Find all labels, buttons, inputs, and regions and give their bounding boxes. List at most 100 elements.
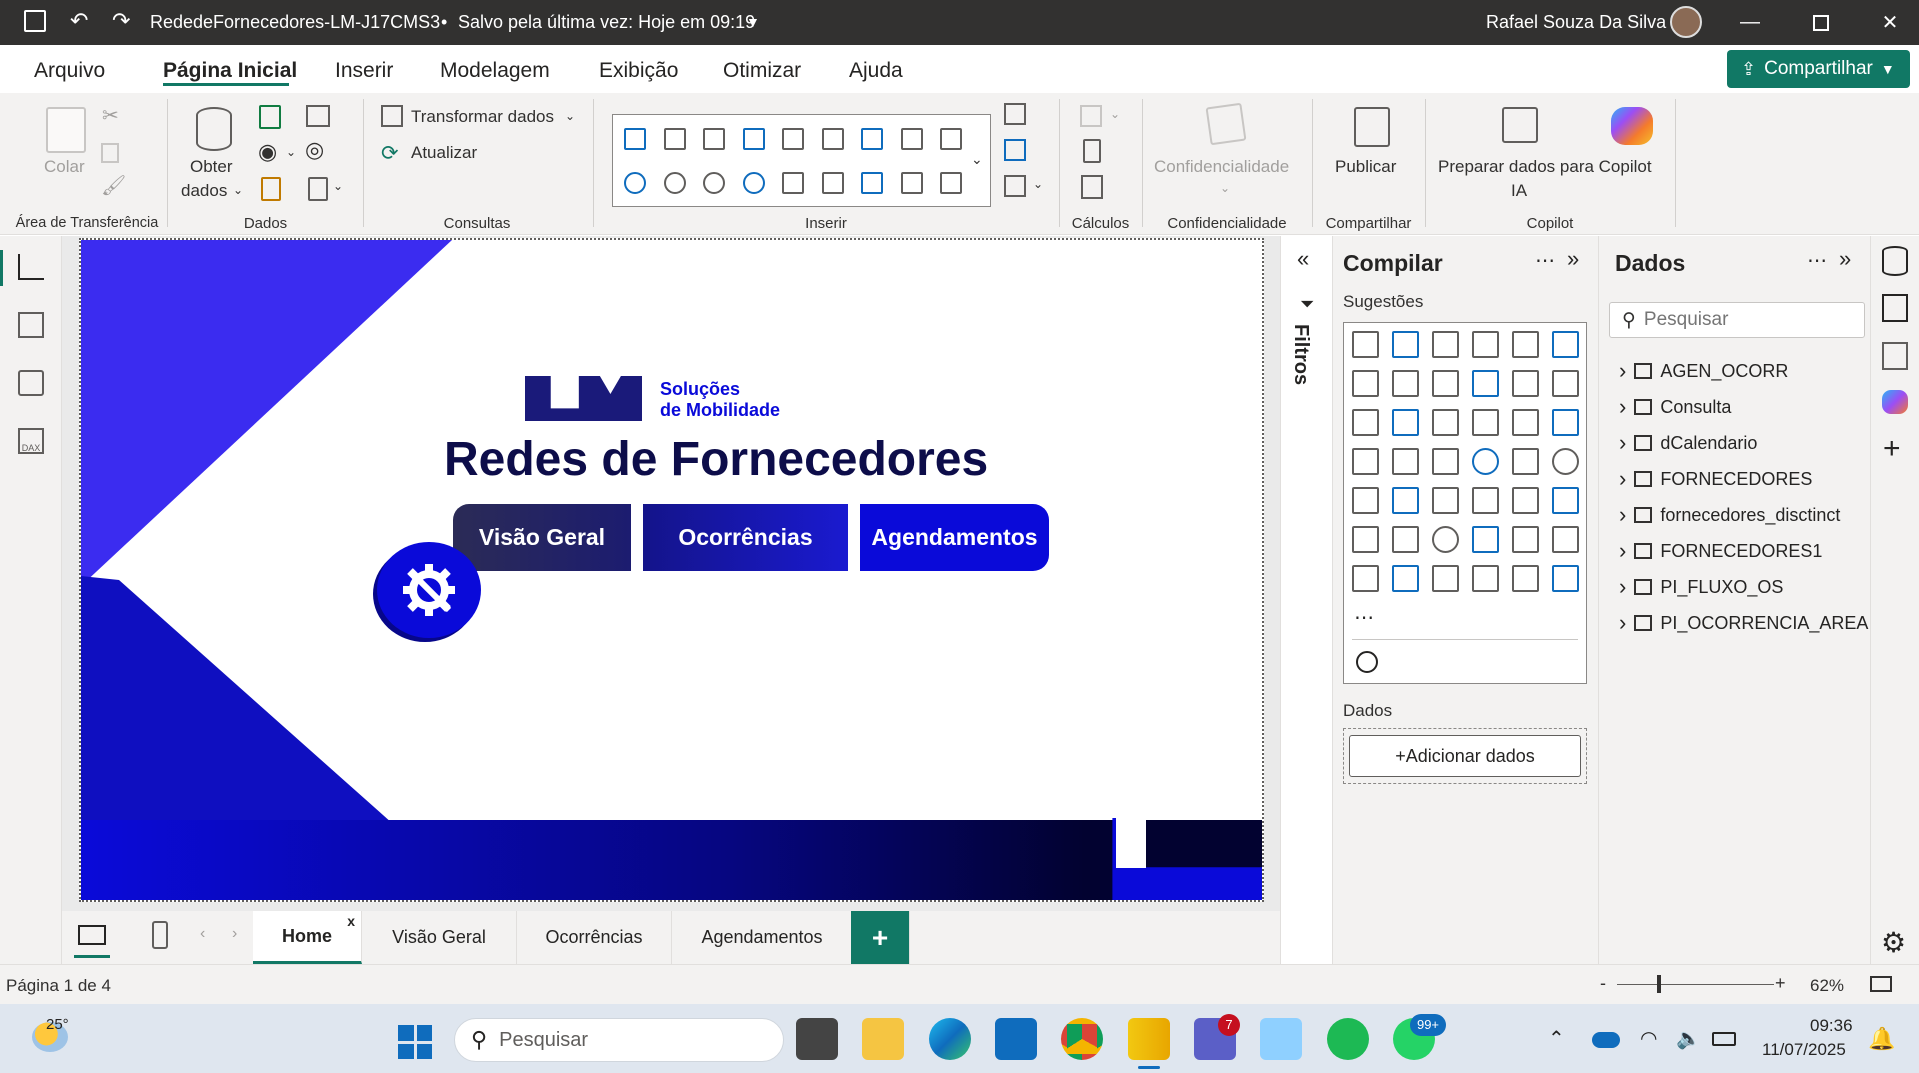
transform-data-button[interactable]: Transformar dados — [411, 107, 554, 127]
table-icon[interactable] — [900, 172, 923, 194]
visual-type-icon[interactable] — [1472, 448, 1499, 475]
visual-type-icon[interactable] — [1512, 487, 1539, 514]
visual-type-icon[interactable] — [1472, 565, 1499, 592]
add-data-button[interactable]: +Adicionar dados — [1349, 735, 1581, 777]
multirow-card-icon[interactable] — [861, 172, 883, 194]
desktop-layout-icon[interactable] — [78, 925, 106, 945]
clustered-bar-icon[interactable] — [703, 128, 725, 150]
copilot-icon[interactable] — [1611, 107, 1653, 145]
text-box-icon[interactable] — [1004, 139, 1026, 161]
card-icon[interactable] — [821, 172, 844, 194]
taskbar-search[interactable]: ⚲ Pesquisar — [454, 1018, 784, 1062]
visual-type-icon[interactable] — [1352, 448, 1379, 475]
more-visuals-icon[interactable]: ⋯ — [1354, 605, 1374, 630]
chevron-right-icon[interactable]: › — [1619, 610, 1626, 636]
visual-type-icon[interactable] — [1392, 370, 1419, 397]
dataverse-icon[interactable]: ◉ — [258, 139, 277, 165]
report-page[interactable]: Soluções de Mobilidade Redes de Forneced… — [79, 238, 1264, 902]
chevron-left-icon[interactable]: ‹ — [200, 925, 205, 943]
visual-type-icon[interactable] — [1552, 409, 1579, 436]
line-chart-icon[interactable] — [861, 128, 883, 150]
visual-type-icon[interactable] — [1552, 370, 1579, 397]
menu-arquivo[interactable]: Arquivo — [34, 59, 105, 83]
page-tab-ocorrencias[interactable]: Ocorrências — [517, 911, 672, 964]
table-icon[interactable] — [306, 105, 330, 127]
menu-modelagem[interactable]: Modelagem — [440, 59, 550, 83]
more-options-icon[interactable]: ⋯ — [1807, 248, 1827, 273]
chevron-right-icon[interactable]: › — [1619, 394, 1626, 420]
visual-type-icon[interactable] — [1472, 487, 1499, 514]
menu-pagina-inicial[interactable]: Página Inicial — [163, 59, 297, 83]
visual-type-icon[interactable] — [1472, 409, 1499, 436]
visual-type-icon[interactable] — [1392, 331, 1419, 358]
visual-type-icon[interactable] — [1552, 565, 1579, 592]
pie-chart-icon[interactable] — [624, 172, 646, 194]
transform-data-icon[interactable] — [381, 105, 403, 127]
spotify-icon[interactable] — [1327, 1018, 1369, 1060]
visual-type-icon[interactable] — [1512, 331, 1539, 358]
format-pane-toggle-icon[interactable] — [1882, 342, 1908, 370]
sensitivity-button[interactable]: Confidencialidade — [1154, 157, 1289, 177]
prepare-data-label-1[interactable]: Preparar dados para Copilot — [1438, 157, 1652, 177]
visual-type-icon[interactable] — [1552, 331, 1579, 358]
model-view-icon[interactable] — [18, 370, 44, 396]
filters-label[interactable]: Filtros — [1289, 324, 1312, 385]
excel-icon[interactable] — [259, 105, 281, 129]
table-item[interactable]: › FORNECEDORES — [1619, 466, 1812, 492]
visual-type-icon[interactable] — [1392, 409, 1419, 436]
zoom-in-button[interactable]: + — [1775, 973, 1786, 994]
outlook-icon[interactable] — [995, 1018, 1037, 1060]
table-item[interactable]: › fornecedores_disctinct — [1619, 502, 1840, 528]
paste-button[interactable]: Colar — [44, 157, 85, 177]
table-view-icon[interactable] — [18, 312, 44, 338]
treemap-icon[interactable] — [703, 172, 725, 194]
close-button[interactable]: ✕ — [1861, 0, 1919, 45]
visual-type-icon[interactable] — [1512, 409, 1539, 436]
dax-view-icon[interactable]: DAX — [18, 428, 44, 454]
recent-icon[interactable] — [308, 177, 328, 201]
get-data-label-2[interactable]: dados — [181, 181, 227, 201]
visual-type-icon[interactable] — [1352, 487, 1379, 514]
chevron-right-icon[interactable]: › — [1619, 502, 1626, 528]
maximize-button[interactable] — [1792, 0, 1850, 45]
donut-chart-icon[interactable] — [663, 172, 686, 194]
more-options-icon[interactable]: ⋯ — [1535, 248, 1555, 273]
clock-time[interactable]: 09:36 — [1810, 1016, 1853, 1036]
page-tab-home[interactable]: Home x — [253, 911, 362, 964]
avatar[interactable] — [1670, 6, 1702, 38]
nav-button-agendamentos[interactable]: Agendamentos — [860, 504, 1049, 571]
data-search-input[interactable] — [1643, 309, 1834, 331]
nav-button-visao-geral[interactable]: Visão Geral — [453, 504, 631, 571]
build-pane-toggle-icon[interactable] — [1882, 294, 1908, 322]
prepare-data-label-2[interactable]: IA — [1511, 181, 1527, 201]
collapse-left-icon[interactable]: « — [1297, 246, 1309, 272]
map-icon[interactable] — [742, 172, 765, 194]
stacked-bar-icon[interactable] — [624, 128, 646, 150]
edge-icon[interactable] — [929, 1018, 971, 1060]
power-bi-icon[interactable] — [1128, 1018, 1170, 1060]
table-item[interactable]: › PI_FLUXO_OS — [1619, 574, 1783, 600]
chevron-right-icon[interactable]: › — [232, 925, 237, 943]
nav-button-ocorrencias[interactable]: Ocorrências — [643, 504, 848, 571]
visual-type-icon[interactable] — [1432, 487, 1459, 514]
visual-type-icon[interactable] — [1352, 331, 1379, 358]
visual-type-icon[interactable] — [1352, 370, 1379, 397]
copy-icon[interactable] — [101, 143, 119, 163]
visual-type-icon[interactable] — [1472, 370, 1499, 397]
visual-type-icon[interactable] — [1512, 370, 1539, 397]
visual-type-icon[interactable] — [1352, 565, 1379, 592]
add-page-button[interactable]: + — [851, 911, 910, 964]
notification-bell-icon[interactable]: 🔔 — [1868, 1026, 1895, 1052]
chevron-right-icon[interactable]: › — [1619, 538, 1626, 564]
menu-exibicao[interactable]: Exibição — [599, 59, 678, 83]
task-view-icon[interactable] — [796, 1018, 838, 1060]
visual-type-icon[interactable] — [1392, 487, 1419, 514]
page-tab-agendamentos[interactable]: Agendamentos — [672, 911, 853, 964]
zoom-slider-thumb[interactable] — [1657, 975, 1661, 993]
refresh-button[interactable]: Atualizar — [411, 143, 477, 163]
menu-inserir[interactable]: Inserir — [335, 59, 393, 83]
onedrive-icon[interactable] — [1592, 1032, 1620, 1048]
clock-date[interactable]: 11/07/2025 — [1762, 1040, 1846, 1060]
visual-type-icon[interactable] — [1392, 448, 1419, 475]
report-view-icon[interactable] — [18, 254, 44, 280]
